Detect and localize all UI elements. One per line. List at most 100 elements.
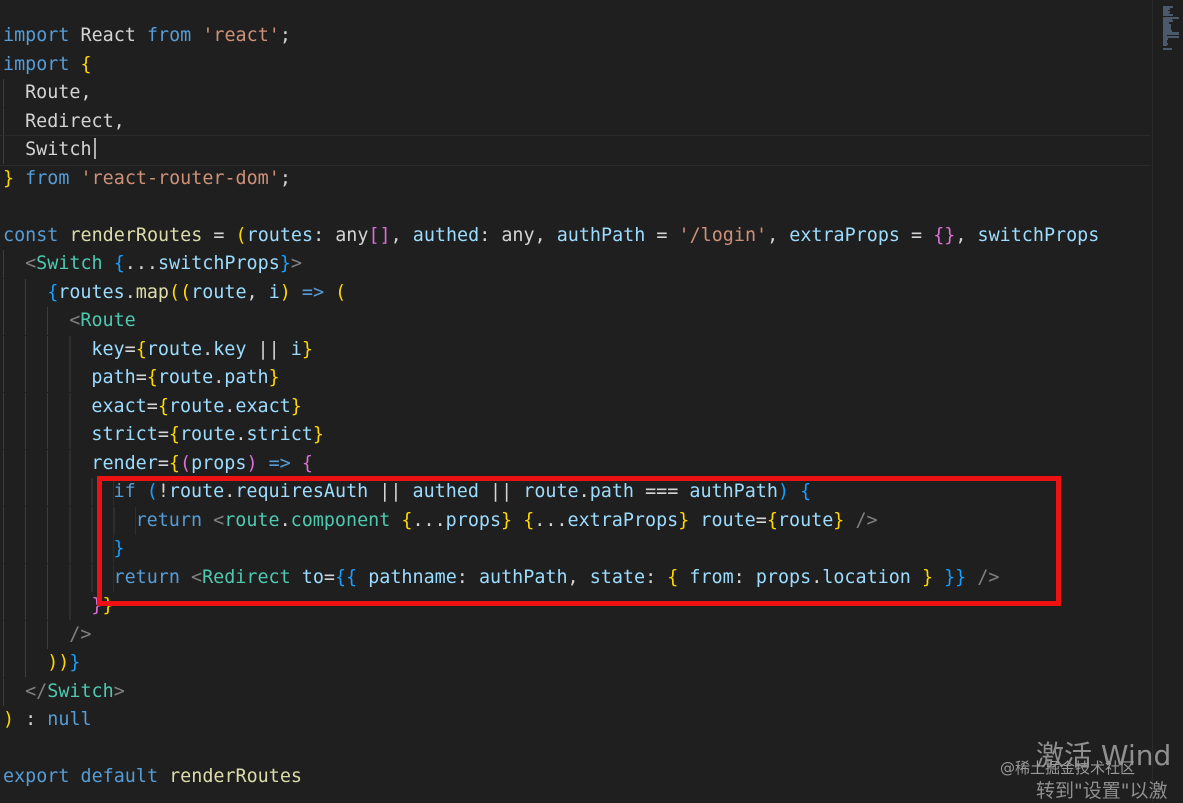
code-token: Switch xyxy=(36,253,103,274)
code-line-12[interactable]: key={route.key || i} xyxy=(3,335,1099,365)
code-token: } xyxy=(3,167,15,189)
code-token: renderRoutes xyxy=(69,224,203,246)
code-line-4[interactable]: Redirect, xyxy=(3,107,1099,137)
code-token: routes xyxy=(246,224,314,246)
code-token: route xyxy=(523,481,579,502)
code-line-17[interactable]: if (!route.requiresAuth || authed || rou… xyxy=(3,478,1099,507)
code-line-20[interactable]: return <Redirect to={{ pathname: authPat… xyxy=(3,563,1099,593)
indent-guide xyxy=(3,421,92,449)
code-line-15[interactable]: strict={route.strict} xyxy=(3,421,1099,450)
code-token: : xyxy=(479,224,502,246)
code-token: {{ xyxy=(334,566,358,588)
code-token: routes xyxy=(58,281,125,303)
code-line-2[interactable]: import { xyxy=(3,51,1099,80)
code-token: </ xyxy=(25,680,48,702)
code-line-19[interactable]: } xyxy=(3,535,1099,564)
code-token: from xyxy=(689,566,734,588)
code-token: { xyxy=(146,367,158,388)
code-token: from xyxy=(146,25,192,46)
code-line-16[interactable]: render={(props) => { xyxy=(3,449,1099,479)
code-token: render xyxy=(91,452,158,474)
code-line-7[interactable] xyxy=(3,193,1099,222)
indent-guide xyxy=(3,563,114,592)
code-line-5[interactable]: Switch xyxy=(0,135,1151,166)
code-token: . xyxy=(578,481,590,502)
code-token: = xyxy=(323,566,335,588)
code-line-8[interactable]: const renderRoutes = (routes: any[], aut… xyxy=(3,222,1099,251)
code-line-1[interactable]: import React from 'react'; xyxy=(3,22,1099,51)
code-line-9[interactable]: <Switch {...switchProps}> xyxy=(3,250,1099,279)
code-token: . xyxy=(811,566,823,588)
code-line-11[interactable]: <Route xyxy=(3,307,1099,336)
code-token: any xyxy=(501,224,535,246)
code-token: ) xyxy=(3,709,15,730)
code-token: = xyxy=(157,424,169,445)
code-token: ... xyxy=(412,509,446,531)
code-token: i xyxy=(268,281,280,303)
code-token: route xyxy=(777,509,834,531)
indent-guide xyxy=(3,392,92,421)
code-line-21[interactable]: }} xyxy=(3,592,1099,621)
code-token: renderRoutes xyxy=(169,766,302,787)
code-token: { xyxy=(301,452,313,474)
code-token: , xyxy=(534,224,557,246)
code-token: = xyxy=(202,224,236,246)
code-token: ( xyxy=(146,481,158,502)
code-token: . xyxy=(224,481,236,502)
code-token: return xyxy=(135,509,203,531)
code-token: i xyxy=(290,338,302,360)
code-token: < xyxy=(191,566,203,588)
code-token: = xyxy=(146,395,158,417)
code-line-22[interactable]: /> xyxy=(3,620,1099,650)
code-line-10[interactable]: {routes.map((route, i) => ( xyxy=(3,278,1099,308)
minimap[interactable] xyxy=(1152,0,1183,802)
code-token: key xyxy=(91,338,125,360)
code-token: , xyxy=(246,281,269,303)
code-token: default xyxy=(80,766,159,787)
code-token: route xyxy=(224,509,280,531)
code-token: props xyxy=(445,509,502,531)
code-token: route xyxy=(157,367,214,388)
code-token: Route, xyxy=(25,82,92,103)
code-token: route xyxy=(179,424,236,445)
code-token: ) xyxy=(777,481,790,502)
code-line-25[interactable]: ) : null xyxy=(3,706,1099,735)
code-line-14[interactable]: exact={route.exact} xyxy=(3,392,1099,422)
code-token: , xyxy=(767,224,790,246)
code-token: exact xyxy=(235,395,291,417)
indent-guide xyxy=(3,677,26,706)
code-line-26[interactable] xyxy=(3,735,1099,764)
code-line-27[interactable]: export default renderRoutes xyxy=(3,763,1099,792)
code-token: { xyxy=(168,452,180,474)
code-editor[interactable]: import React from 'react'; import {Route,… xyxy=(0,0,1152,802)
code-token: : xyxy=(733,566,756,588)
code-line-3[interactable]: Route, xyxy=(3,79,1099,108)
code-token: key xyxy=(213,338,247,360)
code-token: strict xyxy=(246,424,313,445)
code-line-13[interactable]: path={route.path} xyxy=(3,364,1099,393)
code-token: ; xyxy=(279,25,291,46)
code-lines[interactable]: import React from 'react'; import {Route,… xyxy=(0,22,1151,792)
code-line-18[interactable]: return <route.component {...props} {...e… xyxy=(3,506,1099,536)
code-token: component xyxy=(290,509,391,531)
code-line-24[interactable]: </Switch> xyxy=(3,677,1099,707)
code-token: if xyxy=(113,481,136,502)
code-token: /> xyxy=(855,509,878,531)
code-token: extraProps xyxy=(789,224,900,246)
code-token: , xyxy=(955,224,978,246)
code-line-23[interactable]: ))} xyxy=(3,649,1099,678)
code-token: Redirect xyxy=(202,566,291,588)
code-line-6[interactable]: } from 'react-router-dom'; xyxy=(3,165,1099,194)
